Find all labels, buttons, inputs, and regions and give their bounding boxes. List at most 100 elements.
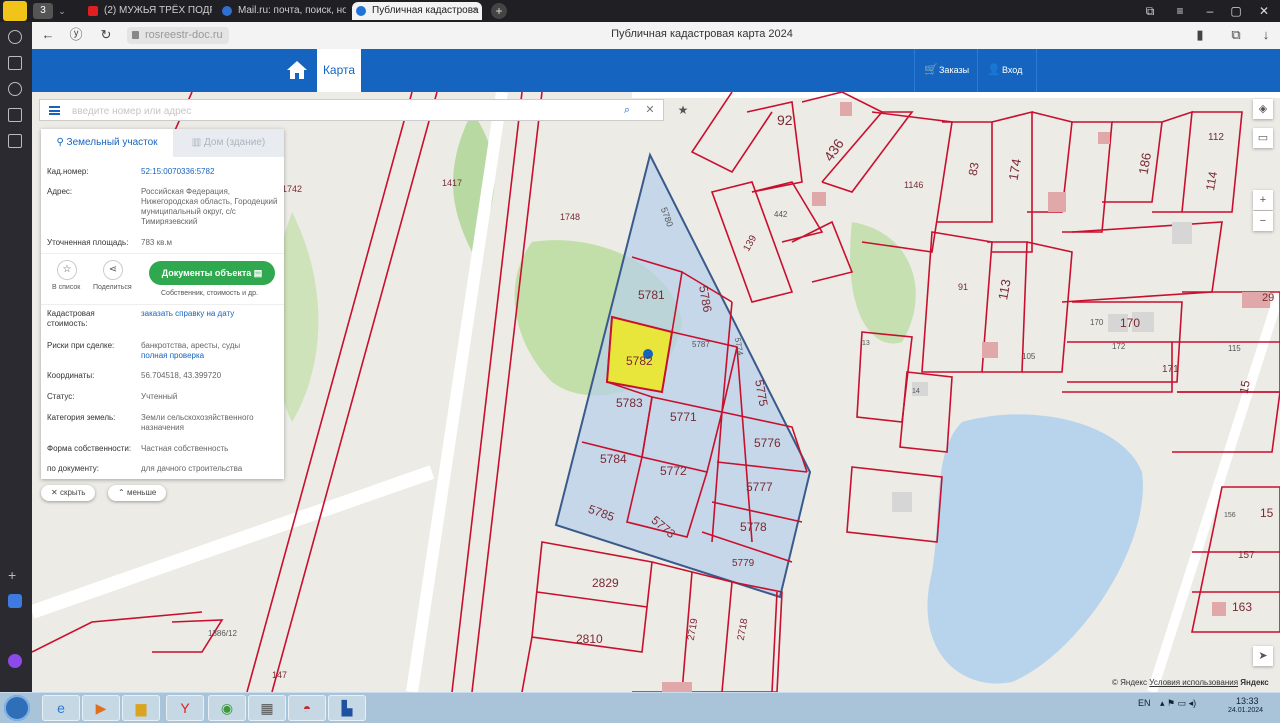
field-label: Адрес:: [47, 187, 73, 196]
parcel-label: 1417: [442, 178, 463, 188]
parcel-label: 15: [1260, 506, 1274, 520]
alice-icon[interactable]: [8, 654, 22, 668]
zoom-out-button[interactable]: −: [1253, 211, 1273, 231]
cad-number-link[interactable]: 52:15:0070336:5782: [141, 167, 281, 177]
field-value: 56.704518, 43.399720: [141, 371, 222, 380]
start-button[interactable]: [4, 695, 30, 721]
tab-youtube[interactable]: (2) МУЖЬЯ ТРЁХ ПОДРУГ: [84, 2, 212, 20]
page-title: Публичная кадастровая карта 2024: [611, 28, 793, 40]
orders-button[interactable]: 🛒 Заказы: [914, 49, 976, 92]
login-button[interactable]: 👤 Вход: [977, 49, 1037, 92]
water-area: [927, 414, 1143, 684]
new-tab-button[interactable]: +: [491, 3, 507, 19]
language-indicator[interactable]: EN: [1138, 698, 1151, 708]
parcel-label: 5779: [732, 558, 755, 569]
tab-counter-chevron-icon[interactable]: ⌄: [55, 3, 69, 19]
parcel-label: 5784: [600, 452, 627, 466]
cart-icon: 🛒: [924, 64, 938, 76]
close-window-icon[interactable]: ✕: [1250, 0, 1278, 22]
chrome-icon[interactable]: ◉: [208, 695, 246, 721]
favorites-star-icon[interactable]: ★: [675, 102, 691, 118]
parcel-label: 29: [1262, 292, 1275, 304]
downloads-icon[interactable]: ↓: [1258, 27, 1274, 43]
field-label: Кадастровая стоимость:: [47, 309, 95, 328]
document-icon: ▤: [253, 268, 263, 278]
menu-icon[interactable]: ≡: [1166, 0, 1194, 22]
search-input[interactable]: [70, 102, 614, 120]
tab-house[interactable]: ▥ Дом (здание): [173, 129, 284, 157]
collapse-panel-button[interactable]: ⌃ меньше: [108, 485, 167, 501]
back-icon[interactable]: ←: [40, 27, 56, 43]
tray-icons[interactable]: ▴ ⚑ ▭ ◂): [1160, 698, 1196, 709]
play-icon[interactable]: [8, 82, 22, 96]
bookmarks-icon[interactable]: ⧉: [1136, 0, 1164, 22]
full-check-link[interactable]: полная проверка: [141, 351, 204, 360]
field-label: Категория земель:: [47, 413, 116, 422]
parcel-label: 91: [958, 282, 969, 292]
home-icon[interactable]: [285, 58, 309, 82]
clear-search-icon[interactable]: ✕: [643, 103, 657, 117]
parcel-label: 105: [1022, 352, 1036, 361]
tab-counter[interactable]: 3: [33, 3, 53, 19]
explorer-icon[interactable]: ▆: [122, 695, 160, 721]
bookmark-icon[interactable]: ▮: [1192, 27, 1208, 43]
layers-icon[interactable]: ◈: [1253, 99, 1273, 119]
parcel-label: 1748: [560, 212, 581, 222]
field-label: Уточненная площадь:: [47, 238, 129, 247]
parcel-label: 2810: [576, 632, 603, 646]
parcel-label: 83: [965, 161, 982, 177]
clock-time[interactable]: 13:33: [1236, 696, 1259, 706]
app-icon[interactable]: [8, 594, 22, 608]
game-icon[interactable]: ◓: [288, 695, 326, 721]
tab-land-plot[interactable]: ⚲ Земельный участок: [41, 129, 173, 157]
translate-icon[interactable]: ⧉: [1228, 27, 1244, 43]
share-button[interactable]: ⋖: [103, 260, 123, 280]
network-app-icon[interactable]: ▦: [248, 695, 286, 721]
collections-icon[interactable]: [8, 56, 22, 70]
yandex-icon[interactable]: ⓨ: [68, 27, 84, 43]
notes-icon[interactable]: [8, 134, 22, 148]
maximize-icon[interactable]: ▢: [1222, 0, 1250, 22]
browser-tabbar: 3 ⌄ (2) МУЖЬЯ ТРЁХ ПОДРУГ Mail.ru: почта…: [0, 0, 1280, 22]
calendar-icon[interactable]: [8, 108, 22, 122]
green-area: [850, 222, 916, 344]
browser-logo[interactable]: [3, 1, 27, 21]
parcel-label: 5781: [638, 288, 665, 302]
pin-icon: ⚲: [56, 137, 67, 148]
geolocation-icon[interactable]: ➤: [1253, 646, 1273, 666]
parcel-info-panel: ⚲ Земельный участок ▥ Дом (здание) Кад.н…: [41, 129, 284, 479]
parcel-label: 13: [862, 340, 870, 347]
tab-mailru[interactable]: Mail.ru: почта, поиск, нов: [218, 2, 346, 20]
chevron-up-icon: ⌃: [118, 488, 127, 497]
ie-icon[interactable]: e: [42, 695, 80, 721]
clock-date[interactable]: 24.01.2024: [1228, 707, 1263, 714]
add-panel-icon[interactable]: +: [8, 567, 16, 583]
zoom-in-button[interactable]: +: [1253, 190, 1273, 210]
parcel-label: 170: [1120, 316, 1141, 330]
close-tab-icon[interactable]: ×: [472, 2, 478, 20]
object-documents-button[interactable]: Документы объекта ▤: [149, 261, 275, 285]
parcel-label: 156: [1224, 512, 1236, 519]
terms-link[interactable]: Условия использования: [1149, 678, 1238, 687]
media-player-icon[interactable]: ▶: [82, 695, 120, 721]
tab-cadastral-map[interactable]: Публичная кадастрова ×: [352, 2, 482, 20]
hide-panel-button[interactable]: ✕ скрыть: [41, 485, 96, 501]
documents-subtitle: Собственник, стоимость и др.: [161, 290, 258, 297]
url-field[interactable]: rosreestr-doc.ru: [127, 27, 229, 44]
measure-icon[interactable]: ▭: [1253, 128, 1273, 148]
search-icon[interactable]: ⌕: [620, 103, 634, 117]
order-statement-link[interactable]: заказать справку на дату: [141, 309, 281, 319]
parcel-label: 442: [774, 210, 788, 219]
minimize-icon[interactable]: –: [1196, 0, 1224, 22]
hamburger-menu-icon[interactable]: [49, 106, 60, 115]
history-icon[interactable]: [8, 30, 22, 44]
tab-map[interactable]: Карта: [317, 49, 361, 92]
reload-icon[interactable]: ↻: [98, 27, 114, 43]
field-label: Форма собственности:: [47, 444, 132, 453]
yandex-browser-icon[interactable]: Y: [166, 695, 204, 721]
parcel-label: 157: [1238, 550, 1255, 561]
parcel-label: 5772: [660, 464, 687, 478]
paint-icon[interactable]: ▙: [328, 695, 366, 721]
add-to-list-button[interactable]: ☆: [57, 260, 77, 280]
parcel-label: 163: [1232, 600, 1253, 614]
